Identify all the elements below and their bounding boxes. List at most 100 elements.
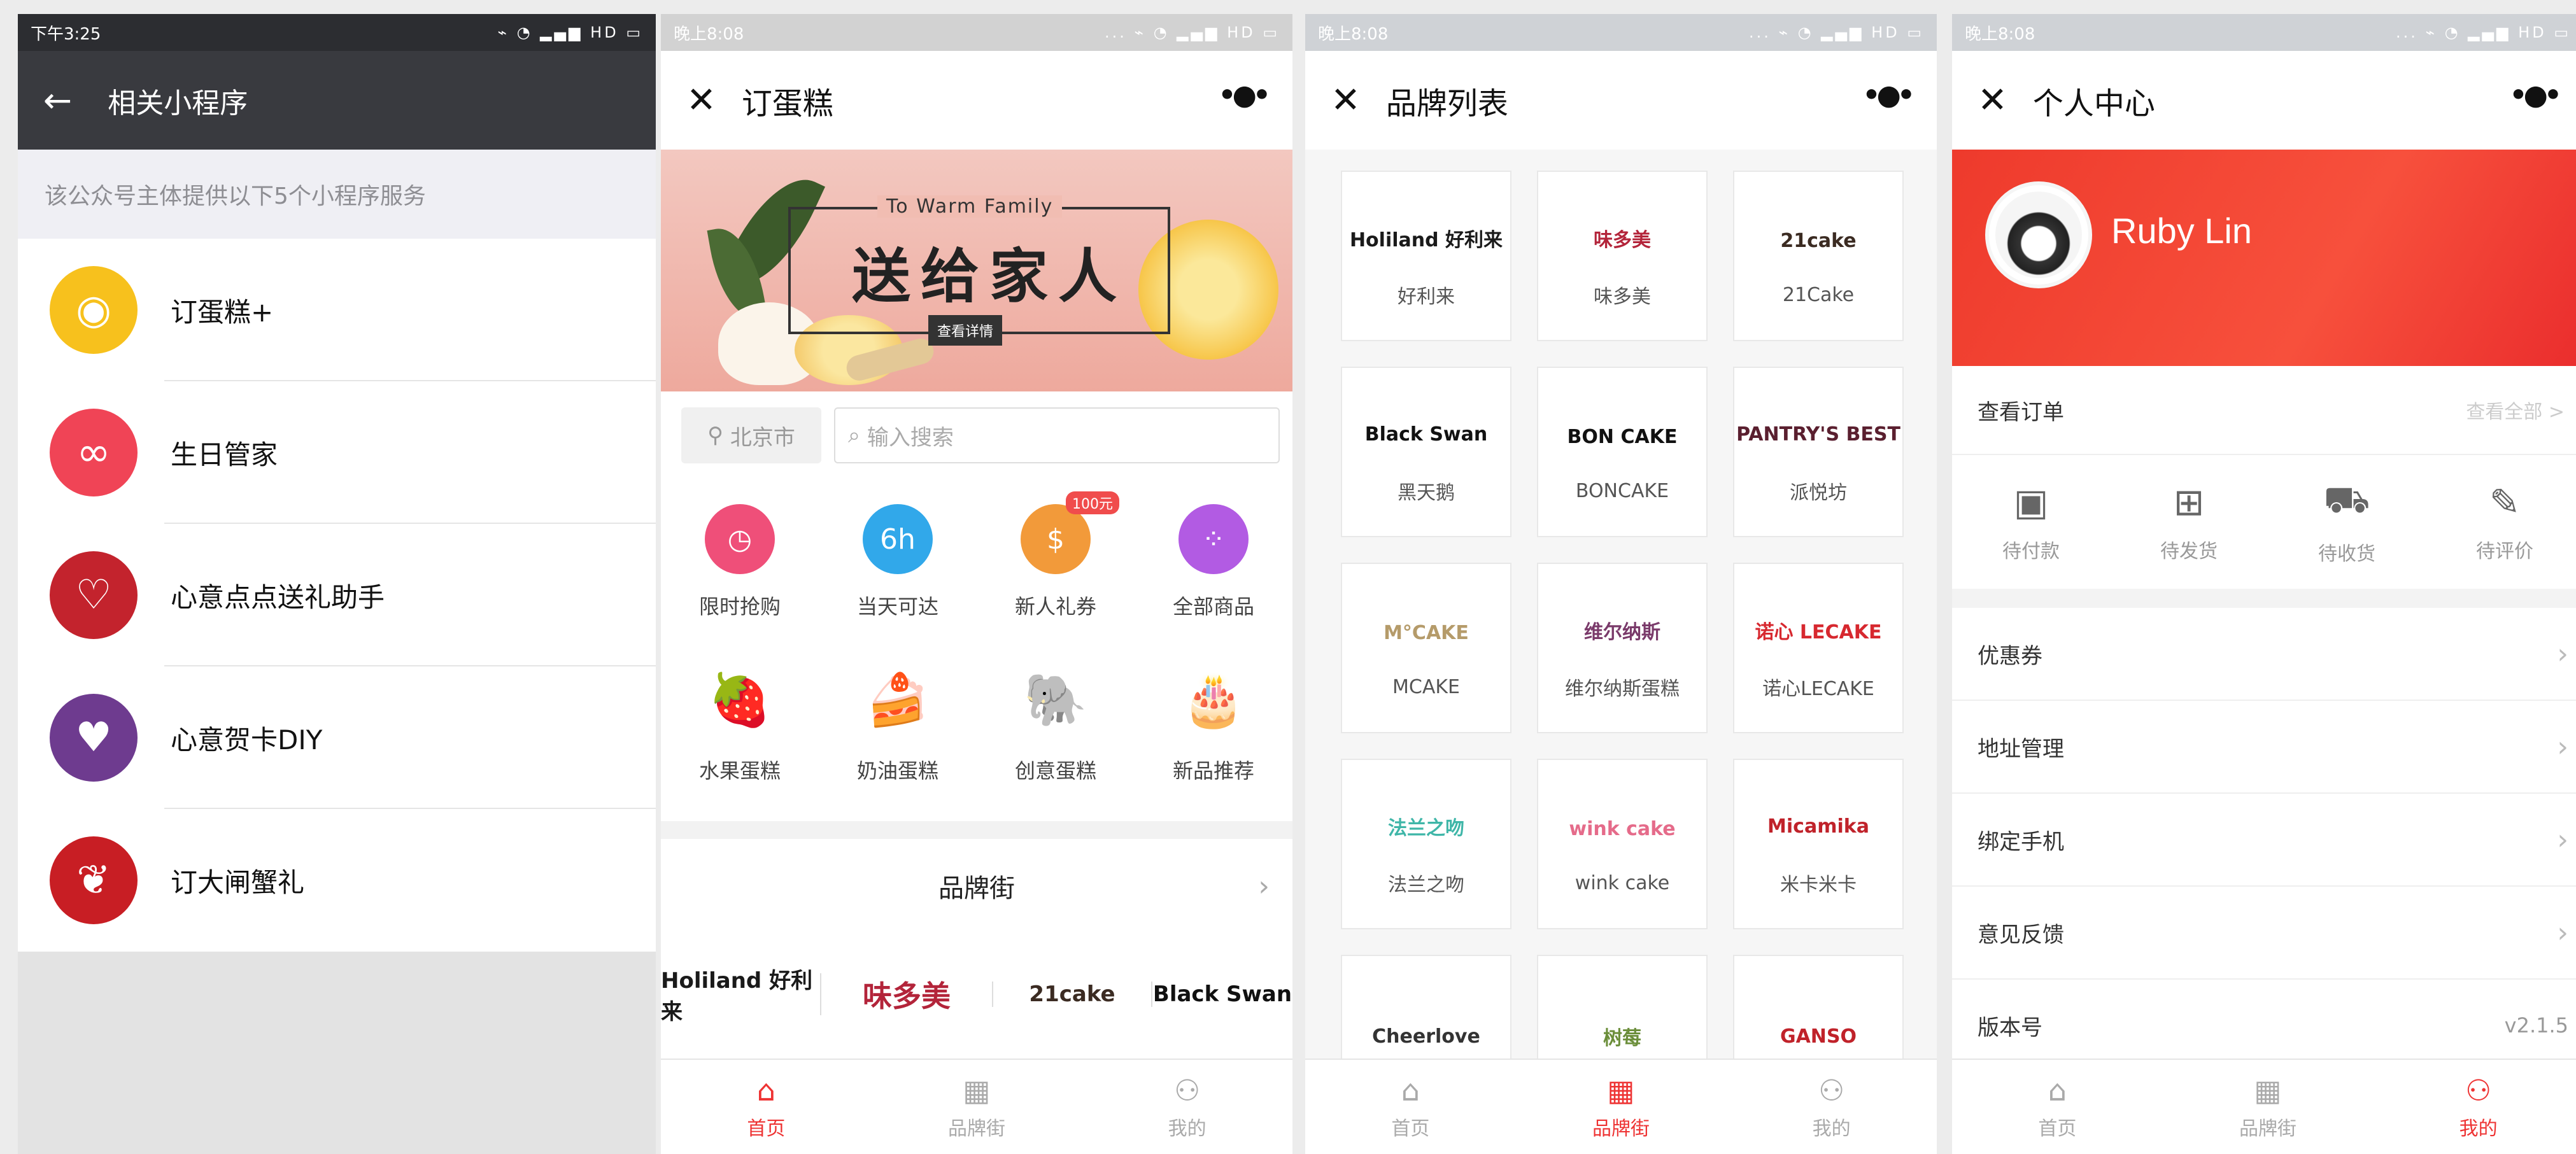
brand-logo: 维尔纳斯	[1584, 621, 1660, 644]
review-icon: ✎	[2489, 481, 2521, 524]
tab-grid[interactable]: ▦ 品牌街	[872, 1060, 1082, 1154]
brand-card[interactable]: BON CAKE BONCAKE	[1537, 367, 1708, 537]
menu-item-label: 优惠券	[1978, 643, 2042, 669]
brand-logo[interactable]: 味多美	[820, 973, 992, 1015]
page-title: 品牌列表	[1385, 85, 1508, 122]
brand-logo[interactable]: Black Swan	[1151, 982, 1292, 1007]
status-time: 下午3:25	[31, 24, 101, 44]
navbar: ✕ 个人中心 •●•	[1952, 51, 2576, 150]
quick-entry[interactable]: ◷ 限时抢购	[661, 504, 819, 620]
tab-home[interactable]: ⌂ 首页	[1952, 1060, 2163, 1154]
brand-card[interactable]: 诺心 LECAKE 诺心LECAKE	[1733, 563, 1904, 733]
brand-card[interactable]: 味多美 味多美	[1537, 171, 1708, 341]
more-menu-icon[interactable]: •●•	[2509, 79, 2562, 111]
brand-card[interactable]: Holiland 好利来 好利来	[1341, 171, 1511, 341]
quick-entry[interactable]: ⁘ 全部商品	[1135, 504, 1292, 620]
tab-bar: ⌂ 首页 ▦ 品牌街 ⚇ 我的	[661, 1059, 1292, 1154]
order-status-item[interactable]: ⊞ 待发货	[2110, 455, 2268, 589]
list-item-miniprogram[interactable]: ◉ 订蛋糕+	[18, 239, 656, 381]
package-icon: ⊞	[2173, 481, 2205, 524]
more-menu-icon[interactable]: •●•	[1218, 79, 1271, 111]
banner-subtitle: To Warm Family	[877, 195, 1063, 218]
menu-item[interactable]: 优惠券 ›	[1952, 608, 2576, 701]
menu-item[interactable]: 意见反馈 ›	[1952, 887, 2576, 980]
quick-entry[interactable]: 6h 当天可达	[819, 504, 977, 620]
category-grid: 🍓 水果蛋糕 🍰 奶油蛋糕 🐘 创意蛋糕 🎂 新品推荐	[661, 662, 1292, 784]
list-item-miniprogram[interactable]: ♥ 心意贺卡DIY	[18, 666, 656, 809]
more-menu-icon[interactable]: •●•	[1862, 79, 1915, 111]
order-status-item[interactable]: ⛟ 待收货	[2268, 455, 2426, 589]
brand-logo: 法兰之吻	[1388, 817, 1464, 840]
brand-name: MCAKE	[1392, 675, 1460, 698]
tab-label: 品牌街	[947, 1118, 1005, 1140]
home-icon: ⌂	[1401, 1073, 1420, 1108]
tab-label: 首页	[2038, 1118, 2077, 1140]
avatar[interactable]	[1985, 181, 2092, 288]
menu-item[interactable]: 绑定手机 ›	[1952, 794, 2576, 887]
list-item-miniprogram[interactable]: ❦ 订大闸蟹礼	[18, 809, 656, 952]
tab-home[interactable]: ⌂ 首页	[661, 1060, 872, 1154]
category-item[interactable]: 🍓 水果蛋糕	[661, 662, 819, 784]
menu-item[interactable]: 地址管理 ›	[1952, 701, 2576, 794]
truck-icon: ⛟	[2323, 478, 2370, 521]
screen-personal-center: 晚上8:08 ... ⌁ ◔ ▂▄▆ HD ▭ ✕ 个人中心 •●• Ruby …	[1952, 14, 2576, 1154]
order-status-item[interactable]: ✎ 待评价	[2426, 455, 2576, 589]
brand-card[interactable]: PANTRY'S BEST 派悦坊	[1733, 367, 1904, 537]
brand-logo[interactable]: Holiland 好利来	[661, 963, 820, 1025]
brand-logo[interactable]: 21cake	[992, 982, 1151, 1007]
view-orders-row[interactable]: 查看订单 查看全部 >	[1952, 366, 2576, 455]
brand-logo: Black Swan	[1364, 423, 1488, 446]
menu-items: 优惠券 › 地址管理 › 绑定手机 › 意见反馈 ›	[1952, 608, 2576, 980]
brand-card[interactable]: wink cake wink cake	[1537, 759, 1708, 929]
tab-user[interactable]: ⚇ 我的	[1726, 1060, 1937, 1154]
close-icon[interactable]: ✕	[1978, 80, 2007, 121]
tab-label: 我的	[1168, 1118, 1207, 1140]
tab-grid[interactable]: ▦ 品牌街	[2163, 1060, 2374, 1154]
brand-card[interactable]: Micamika 米卡米卡	[1733, 759, 1904, 929]
brand-street-title: 品牌街	[938, 874, 1015, 903]
brand-logo: wink cake	[1569, 818, 1676, 840]
brand-name: wink cake	[1575, 871, 1670, 894]
brand-card[interactable]: Black Swan 黑天鹅	[1341, 367, 1511, 537]
order-status-label: 待付款	[2002, 540, 2060, 563]
tab-bar: ⌂ 首页 ▦ 品牌街 ⚇ 我的	[1952, 1059, 2576, 1154]
category-label: 奶油蛋糕	[856, 759, 938, 783]
navbar: ✕ 品牌列表 •●•	[1305, 51, 1937, 150]
page-title: 相关小程序	[108, 87, 248, 120]
city-selector[interactable]: ⚲ 北京市	[681, 407, 821, 463]
search-input[interactable]: ⌕ 输入搜索	[834, 407, 1280, 463]
screen-brand-list: 晚上8:08 ... ⌁ ◔ ▂▄▆ HD ▭ ✕ 品牌列表 •●• Holil…	[1305, 14, 1937, 1154]
back-arrow-icon[interactable]: ←	[43, 80, 72, 120]
category-item[interactable]: 🎂 新品推荐	[1135, 662, 1292, 784]
category-item[interactable]: 🍰 奶油蛋糕	[819, 662, 977, 784]
miniprogram-label: 订蛋糕+	[171, 296, 274, 328]
close-icon[interactable]: ✕	[686, 80, 716, 121]
brand-street-header[interactable]: 品牌街 ›	[661, 841, 1292, 931]
list-item-miniprogram[interactable]: ∞ 生日管家	[18, 381, 656, 524]
brand-name: 好利来	[1398, 286, 1455, 308]
quick-entry[interactable]: $100元 新人礼券	[977, 491, 1135, 620]
order-status-label: 待发货	[2160, 540, 2218, 563]
tab-user[interactable]: ⚇ 我的	[1082, 1060, 1292, 1154]
promo-banner[interactable]: To Warm Family 送给家人 查看详情	[661, 150, 1292, 391]
home-icon: ⌂	[2048, 1073, 2067, 1108]
view-all-orders-link[interactable]: 查看全部 >	[2466, 396, 2565, 424]
tab-user[interactable]: ⚇ 我的	[2373, 1060, 2576, 1154]
brand-logo: Holiland 好利来	[1349, 229, 1503, 251]
brand-card[interactable]: 维尔纳斯 维尔纳斯蛋糕	[1537, 563, 1708, 733]
order-status-item[interactable]: ▣ 待付款	[1952, 455, 2110, 589]
orders-label: 查看订单	[1978, 399, 2064, 425]
banner-details-button[interactable]: 查看详情	[928, 315, 1003, 346]
chevron-right-icon: ›	[2557, 730, 2568, 763]
brand-card[interactable]: 21cake 21Cake	[1733, 171, 1904, 341]
list-item-miniprogram[interactable]: ♡ 心意点点送礼助手	[18, 524, 656, 666]
category-item[interactable]: 🐘 创意蛋糕	[977, 662, 1135, 784]
status-icons: ⌁ ◔ ▂▄▆ HD ▭	[497, 24, 643, 41]
tab-label: 首页	[1391, 1118, 1430, 1140]
tab-grid[interactable]: ▦ 品牌街	[1516, 1060, 1727, 1154]
tab-home[interactable]: ⌂ 首页	[1305, 1060, 1516, 1154]
close-icon[interactable]: ✕	[1331, 80, 1361, 121]
brand-card[interactable]: M°CAKE MCAKE	[1341, 563, 1511, 733]
brand-card[interactable]: 法兰之吻 法兰之吻	[1341, 759, 1511, 929]
bow-icon: ∞	[50, 409, 138, 496]
